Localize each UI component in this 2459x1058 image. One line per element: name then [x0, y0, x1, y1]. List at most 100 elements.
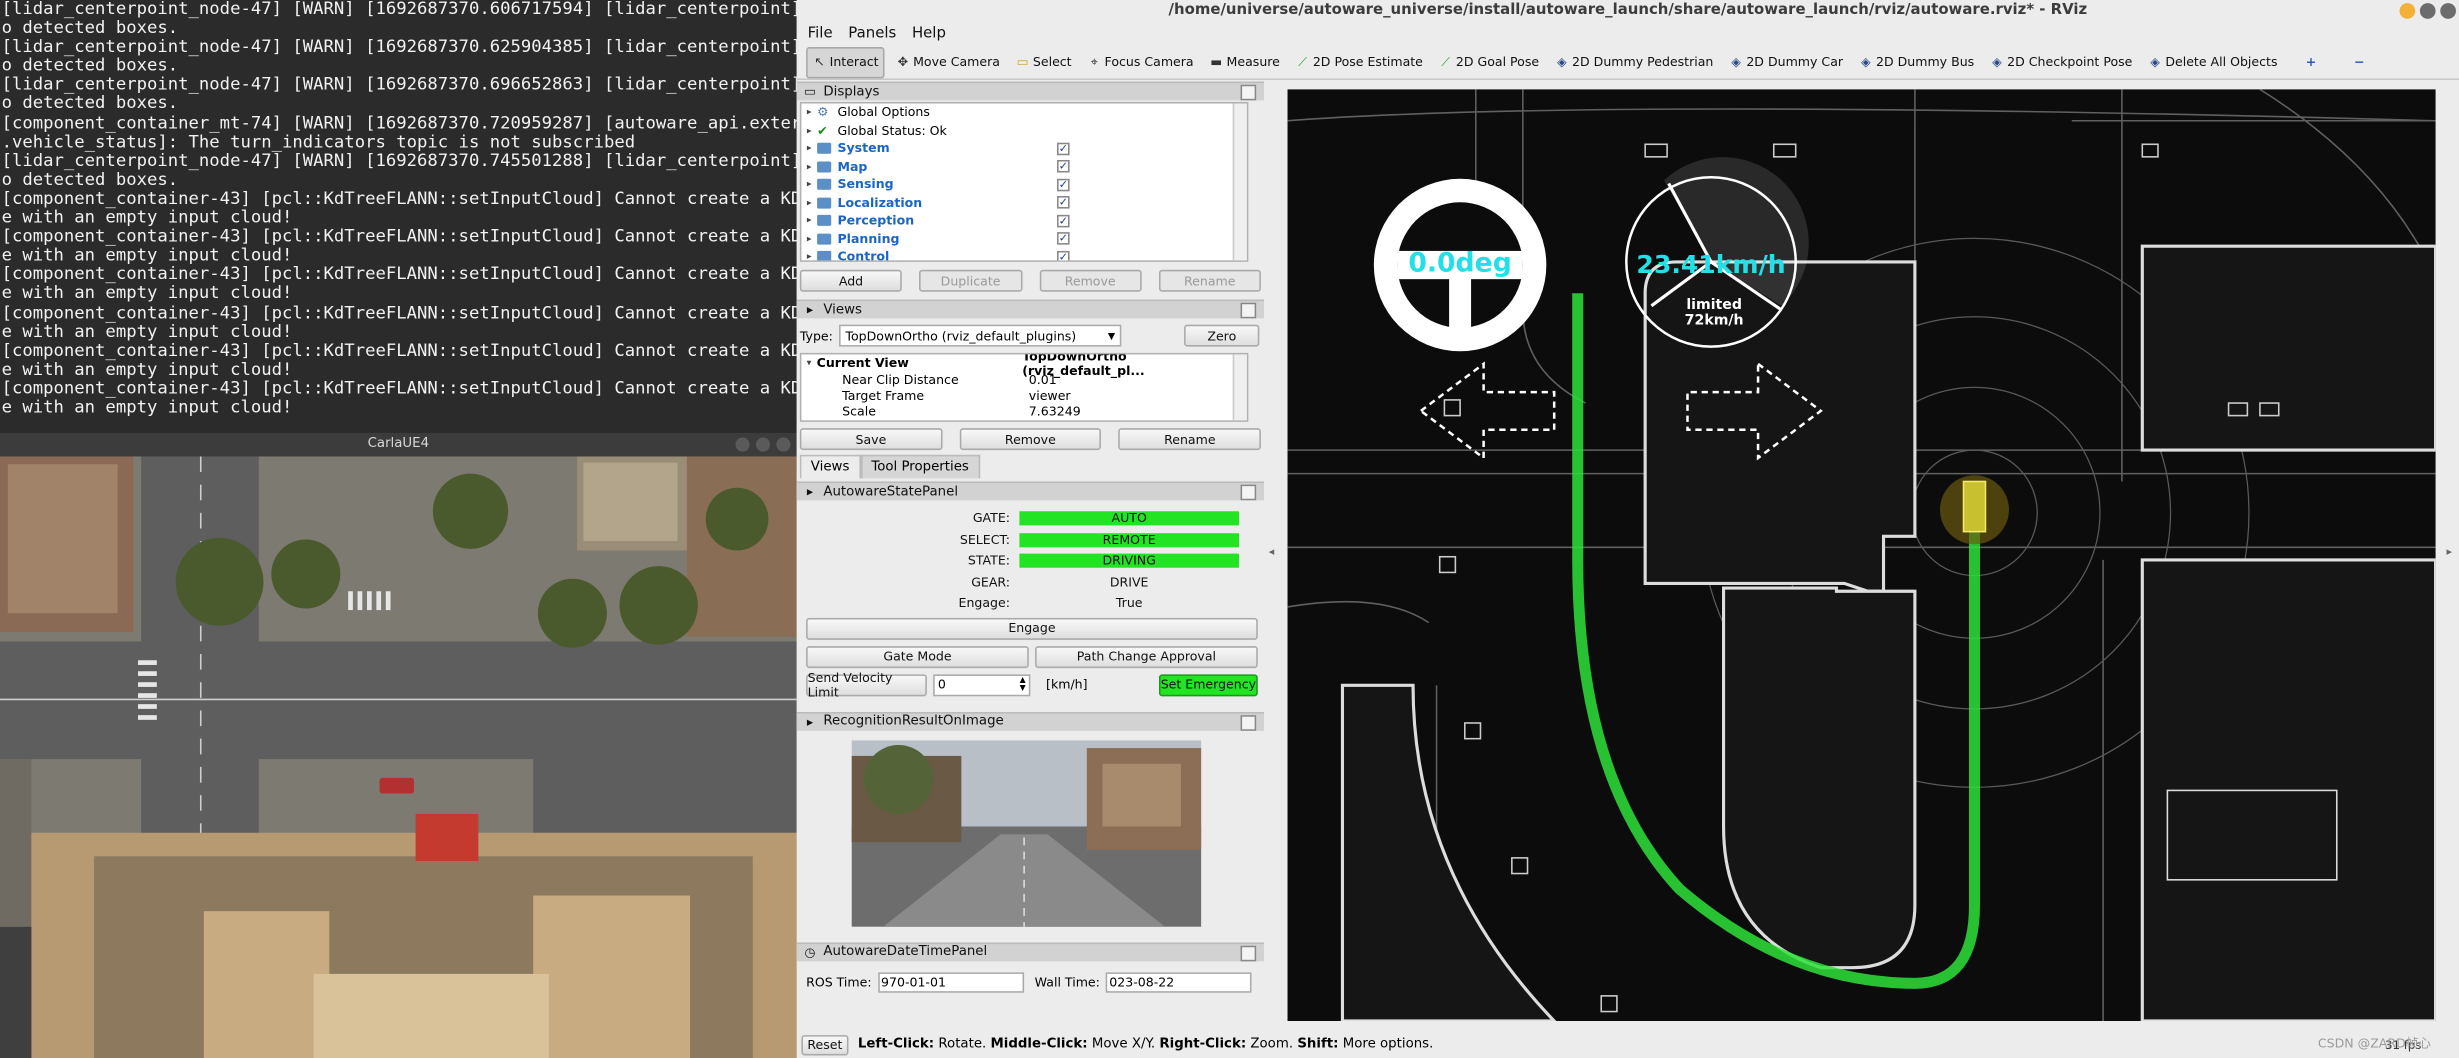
path-change-approval-button[interactable]: Path Change Approval: [1035, 645, 1258, 668]
display-checkbox[interactable]: ✓: [1057, 141, 1070, 155]
reset-button[interactable]: Reset: [801, 1034, 849, 1055]
display-item[interactable]: ▸ Map ✓: [801, 158, 1246, 176]
expand-arrow-icon[interactable]: ▸: [801, 251, 817, 260]
add-display-button[interactable]: Add: [799, 269, 903, 292]
expand-arrow-icon[interactable]: ▸: [801, 233, 817, 244]
rename-display-button[interactable]: Rename: [1158, 269, 1261, 292]
display-checkbox[interactable]: ✓: [1057, 214, 1070, 227]
zero-button[interactable]: Zero: [1184, 324, 1260, 347]
remove-display-button[interactable]: Remove: [1038, 269, 1142, 292]
display-checkbox[interactable]: ✓: [1057, 250, 1070, 261]
menu-file[interactable]: File: [808, 25, 833, 42]
view-type-select[interactable]: TopDownOrtho (rviz_default_plugins) ▼: [839, 324, 1122, 347]
close-panel-icon[interactable]: [1240, 84, 1257, 101]
minimize-icon[interactable]: [735, 437, 750, 452]
display-item[interactable]: ▸ ✔ Global Status: Ok: [801, 122, 1246, 140]
tool-delete-all-objects[interactable]: ◈ Delete All Objects: [2143, 46, 2282, 77]
rename-view-button[interactable]: Rename: [1118, 428, 1261, 451]
maximize-icon[interactable]: [755, 437, 771, 452]
tool-2d-checkpoint-pose[interactable]: ◈ 2D Checkpoint Pose: [1985, 46, 2137, 77]
spin-arrows-icon[interactable]: ▲ ▼: [1020, 676, 1026, 693]
tab-tool-properties[interactable]: Tool Properties: [860, 454, 980, 479]
set-emergency-button[interactable]: Set Emergency: [1158, 673, 1258, 696]
display-checkbox[interactable]: ✓: [1057, 232, 1070, 245]
carla-viewport[interactable]: [0, 456, 797, 1058]
display-label: Control: [837, 249, 890, 262]
collapse-right-icon[interactable]: ▸: [2447, 546, 2453, 559]
display-item[interactable]: ▸ ⚙ Global Options: [801, 104, 1246, 122]
remove-view-button[interactable]: Remove: [959, 428, 1102, 451]
display-item[interactable]: ▸ System ✓: [801, 140, 1246, 158]
tool-select[interactable]: ▭ Select: [1011, 46, 1076, 77]
display-label: Global Options: [837, 105, 930, 120]
tool-2d-dummy-car[interactable]: ◈ 2D Dummy Car: [1724, 46, 1847, 77]
display-checkbox[interactable]: ✓: [1057, 159, 1070, 173]
tool-measure[interactable]: ▬ Measure: [1205, 46, 1285, 77]
send-velocity-limit-button[interactable]: Send Velocity Limit: [806, 670, 927, 699]
display-item[interactable]: ▸ Planning ✓: [801, 230, 1246, 248]
duplicate-display-button[interactable]: Duplicate: [919, 269, 1022, 292]
carla-window[interactable]: CarlaUE4: [0, 432, 797, 1058]
render-view-3d[interactable]: 0.0deg 23.41km/h limited 72km/h: [1287, 89, 2436, 1021]
view-property[interactable]: Angle0: [801, 420, 1246, 421]
hint-text: More options.: [1338, 1036, 1434, 1053]
display-item[interactable]: ▸ Perception ✓: [801, 212, 1246, 230]
views-panel-header: ▸ Views: [796, 299, 1265, 319]
close-panel-icon[interactable]: [1240, 714, 1257, 731]
minimize-icon[interactable]: [2399, 3, 2416, 19]
gear-icon: ⚙: [817, 105, 829, 120]
expand-arrow-icon[interactable]: ▸: [801, 143, 817, 154]
display-checkbox[interactable]: ✓: [1057, 178, 1070, 191]
expand-arrow-icon[interactable]: ▸: [801, 215, 817, 226]
display-checkbox[interactable]: ✓: [1057, 196, 1070, 209]
ros-time-field[interactable]: 970-01-01 08:01:06.600: [877, 971, 1024, 992]
tool-2d-pose-estimate[interactable]: ⟋ 2D Pose Estimate: [1291, 46, 1428, 77]
displays-tree[interactable]: ▸ ⚙ Global Options ▸ ✔ Global Status: Ok ▸ Syst…: [799, 101, 1249, 262]
expand-arrow-icon[interactable]: ▸: [801, 161, 817, 172]
close-icon[interactable]: [776, 437, 791, 452]
close-icon[interactable]: [2440, 3, 2456, 19]
tool-interact[interactable]: ↖ Interact: [806, 46, 885, 78]
tool-focus-camera[interactable]: ⌖ Focus Camera: [1083, 46, 1199, 77]
display-item[interactable]: ▸ Sensing ✓: [801, 176, 1246, 194]
collapse-left-icon[interactable]: ◂: [1269, 546, 1275, 559]
displays-scrollbar[interactable]: [1232, 103, 1247, 261]
terminal-line: o detected boxes.: [1, 55, 179, 76]
tool-2d-dummy-pedestrian[interactable]: ◈ 2D Dummy Pedestrian: [1550, 46, 1718, 77]
velocity-limit-spinbox[interactable]: 0 ▲ ▼: [933, 673, 1031, 696]
carla-titlebar[interactable]: CarlaUE4: [0, 432, 797, 457]
views-scrollbar[interactable]: [1232, 354, 1247, 421]
display-item[interactable]: ▸ Localization ✓: [801, 194, 1246, 212]
state-key: GATE:: [972, 511, 1010, 526]
terminal-window[interactable]: [lidar_centerpoint_node-47] [WARN] [1692…: [0, 0, 797, 433]
view-property[interactable]: Scale 7.63249: [801, 404, 1246, 420]
plus-icon[interactable]: +: [2301, 46, 2321, 77]
save-view-button[interactable]: Save: [799, 428, 943, 451]
expand-arrow-icon[interactable]: ▸: [801, 179, 817, 190]
tool-move-camera[interactable]: ✥ Move Camera: [891, 46, 1005, 77]
rviz-window[interactable]: /home/universe/autoware_universe/install…: [796, 0, 2459, 1058]
hint-key: Right-Click:: [1159, 1036, 1247, 1053]
minus-icon[interactable]: −: [2349, 46, 2369, 77]
tab-views[interactable]: Views: [799, 454, 861, 479]
close-panel-icon[interactable]: [1240, 944, 1257, 961]
expand-arrow-icon[interactable]: ▾: [801, 358, 816, 369]
view-property[interactable]: Target Frame viewer: [801, 388, 1246, 404]
close-panel-icon[interactable]: [1240, 302, 1257, 319]
menu-panels[interactable]: Panels: [848, 25, 896, 42]
rviz-titlebar[interactable]: /home/universe/autoware_universe/install…: [796, 0, 2459, 22]
display-item[interactable]: ▸ Control ✓: [801, 248, 1246, 262]
expand-arrow-icon[interactable]: ▸: [801, 107, 817, 118]
tool-2d-goal-pose[interactable]: ⟋ 2D Goal Pose: [1434, 46, 1544, 77]
gate-mode-button[interactable]: Gate Mode: [806, 645, 1029, 668]
expand-arrow-icon[interactable]: ▸: [801, 197, 817, 208]
wall-time-field[interactable]: 023-08-22 14:56:13.005: [1106, 971, 1252, 992]
maximize-icon[interactable]: [2419, 3, 2436, 19]
close-panel-icon[interactable]: [1240, 484, 1257, 501]
view-properties-tree[interactable]: ▾ Current View TopDownOrtho (rviz_defaul…: [799, 352, 1249, 422]
view-property[interactable]: Near Clip Distance 0.01: [801, 372, 1246, 388]
expand-arrow-icon[interactable]: ▸: [801, 125, 817, 136]
tool-2d-dummy-bus[interactable]: ◈ 2D Dummy Bus: [1854, 46, 1979, 77]
menu-help[interactable]: Help: [912, 25, 946, 42]
engage-button[interactable]: Engage: [806, 617, 1258, 640]
